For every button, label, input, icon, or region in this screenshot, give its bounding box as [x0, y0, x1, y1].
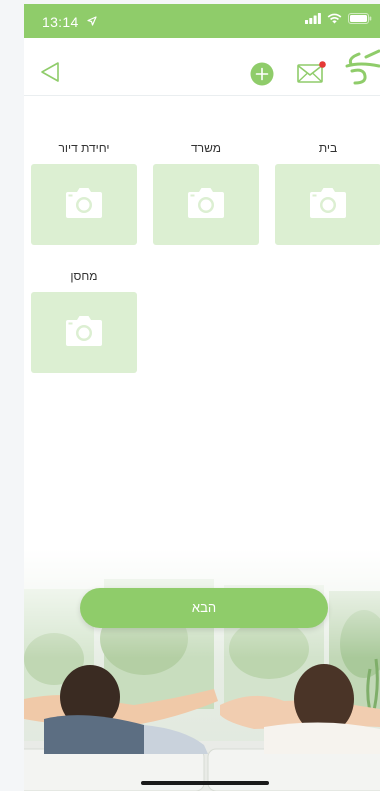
tile-label: משרד [191, 141, 221, 155]
notification-dot [319, 61, 326, 68]
camera-icon [66, 188, 102, 218]
app-screen: 13:14 בית משרד יחידת דיור מחסן הבא [24, 4, 380, 791]
wifi-icon [327, 13, 342, 24]
tile-photo-placeholder[interactable] [31, 164, 137, 245]
back-arrow-icon[interactable] [40, 61, 60, 83]
nav-bar [24, 38, 380, 96]
camera-icon [66, 316, 102, 346]
battery-icon [348, 13, 372, 24]
mail-icon[interactable] [297, 60, 327, 84]
tile-label: יחידת דיור [58, 141, 110, 155]
camera-icon [188, 188, 224, 218]
tile-office[interactable]: משרד [153, 140, 259, 245]
next-button[interactable]: הבא [80, 588, 328, 628]
status-bar: 13:14 [24, 4, 380, 38]
tile-housing-unit[interactable]: יחידת דיור [31, 140, 137, 245]
camera-icon [310, 188, 346, 218]
tile-label: מחסן [70, 269, 98, 283]
tile-photo-placeholder[interactable] [153, 164, 259, 245]
brand-logo-icon[interactable] [344, 49, 380, 89]
tile-home[interactable]: בית [275, 140, 380, 245]
add-circle-icon[interactable] [250, 62, 274, 86]
hero-background-image [24, 549, 380, 791]
location-arrow-icon [87, 16, 97, 26]
status-time: 13:14 [42, 14, 79, 30]
home-indicator [141, 781, 269, 785]
tile-label: בית [318, 141, 338, 155]
tile-photo-placeholder[interactable] [275, 164, 380, 245]
signal-icon [305, 13, 321, 24]
status-icons [305, 13, 372, 24]
tile-storage[interactable]: מחסן [31, 268, 137, 373]
tile-photo-placeholder[interactable] [31, 292, 137, 373]
